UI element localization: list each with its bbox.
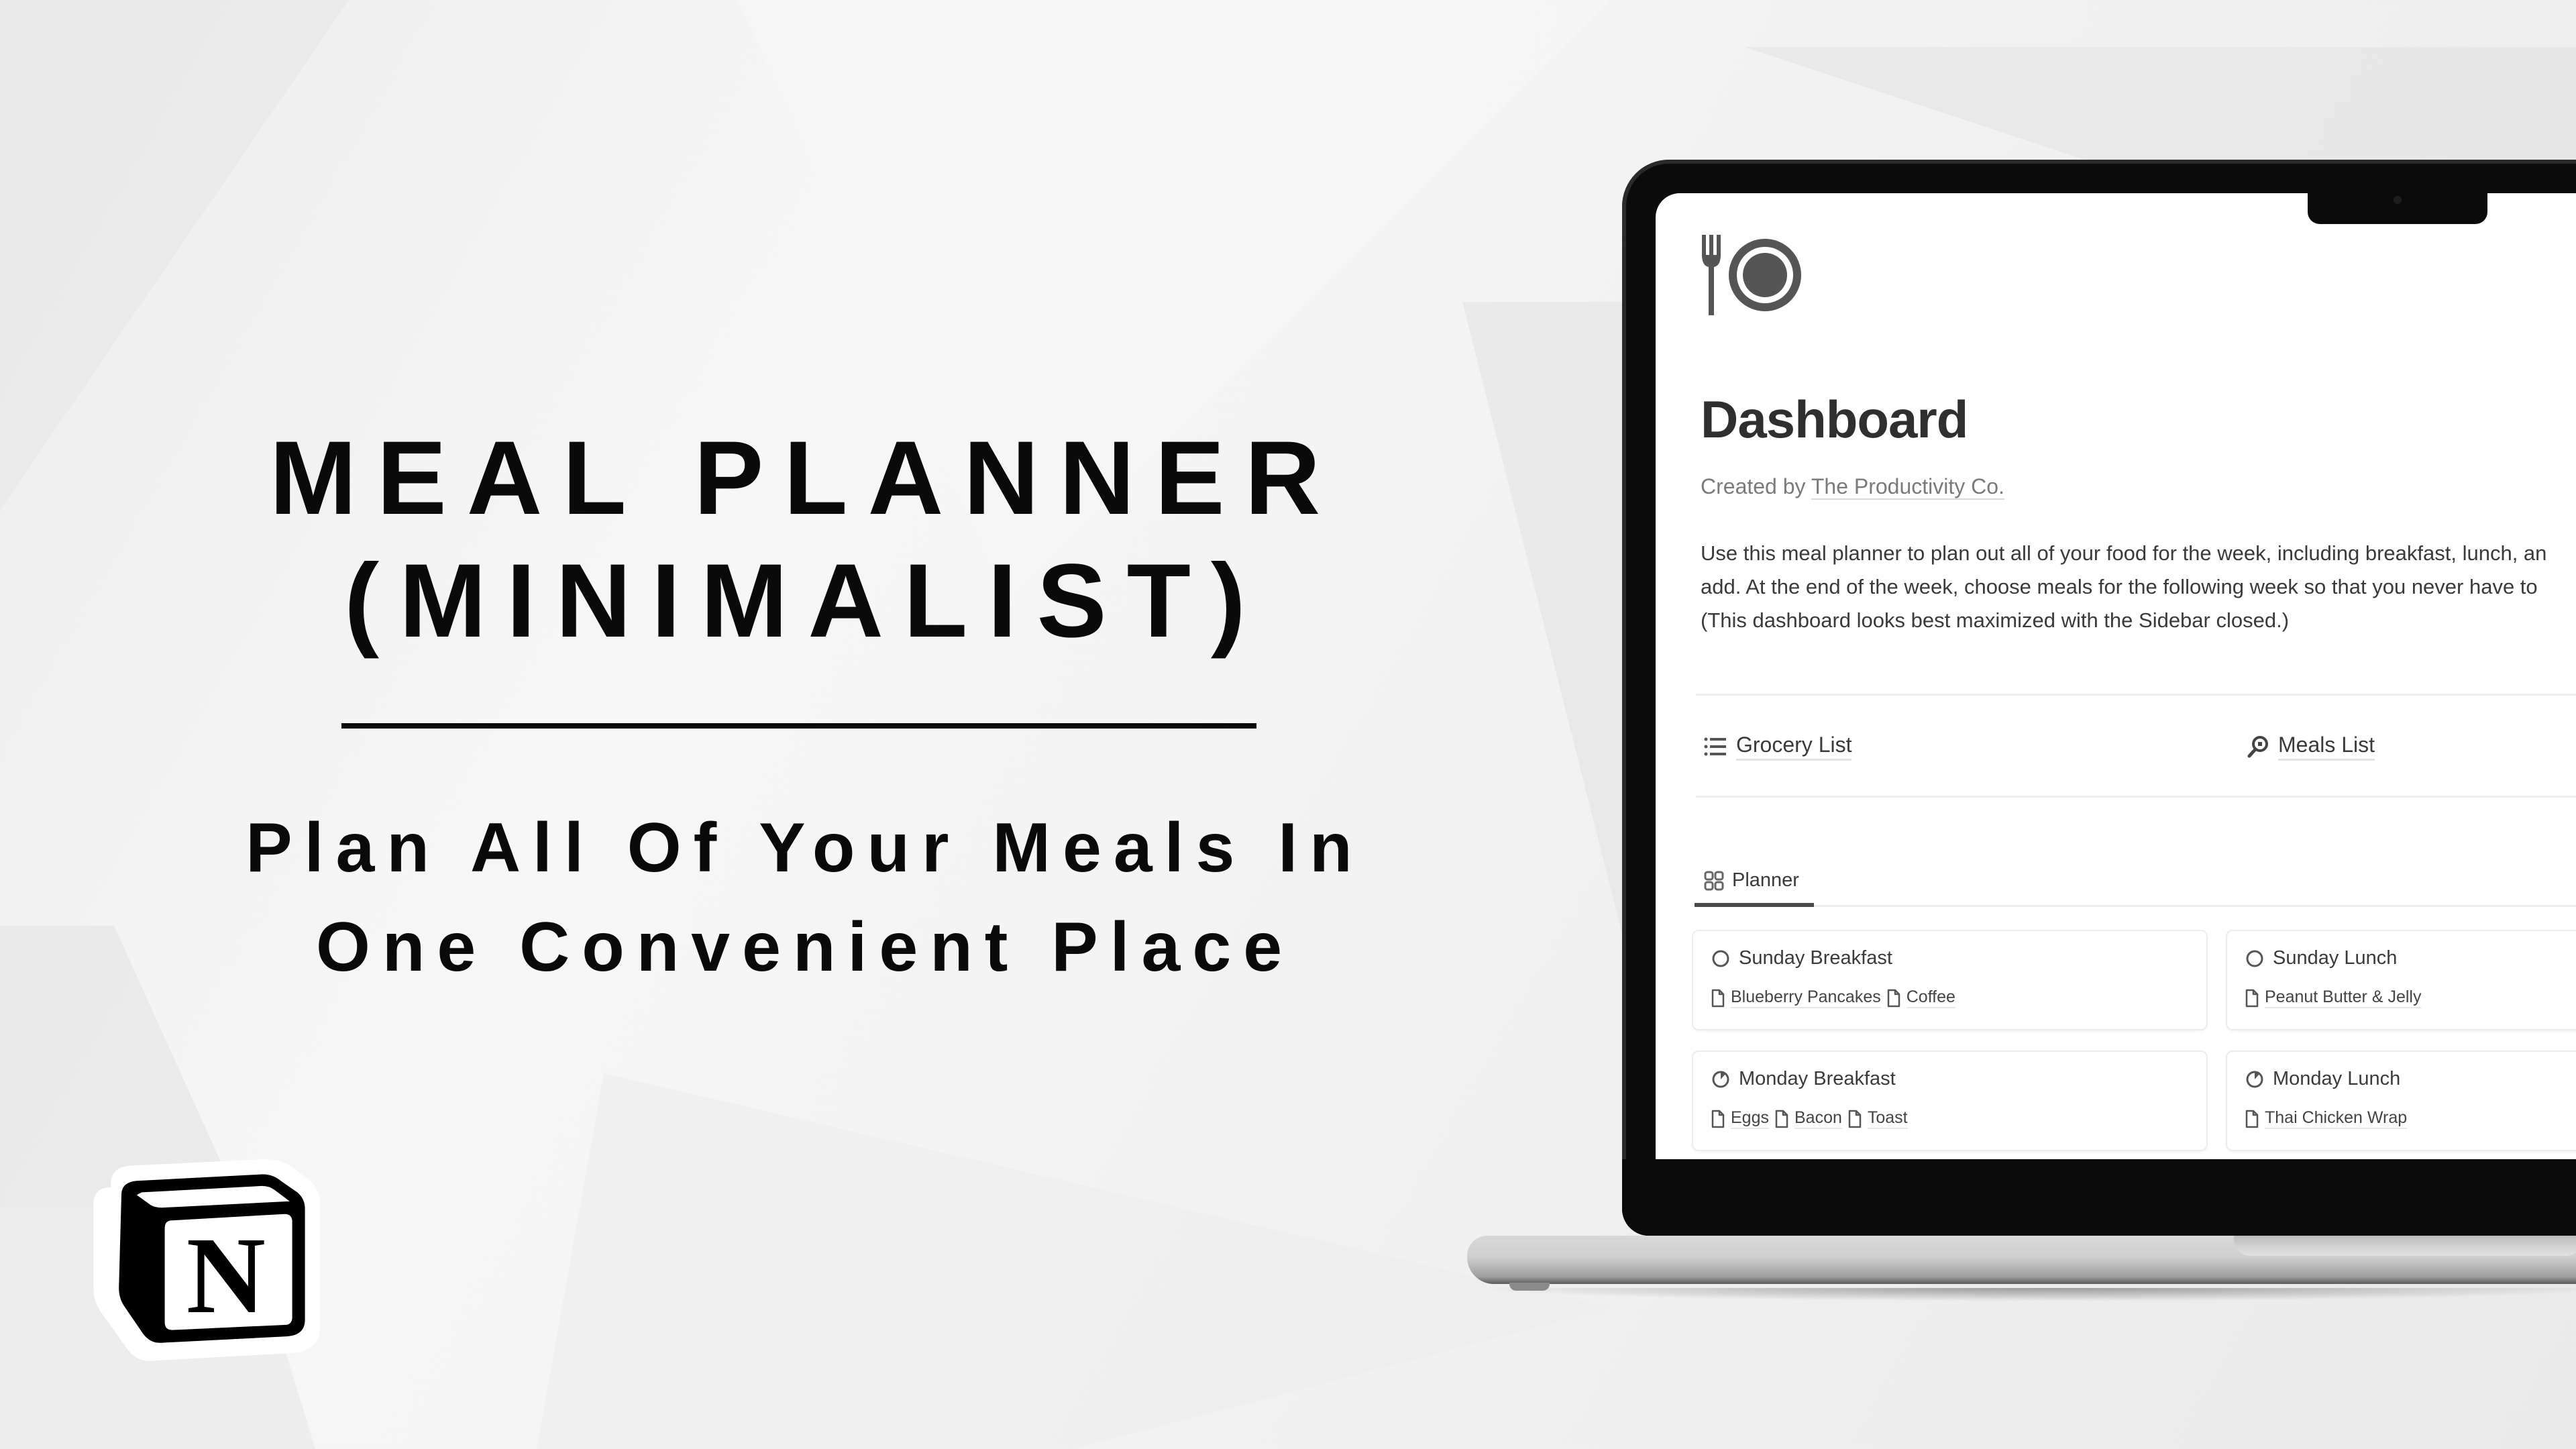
card-monday-lunch[interactable]: Monday Lunch Thai Chicken Wrap — [2227, 1052, 2576, 1150]
notion-logo-icon: N — [93, 1159, 321, 1361]
camera-notch — [2308, 188, 2487, 224]
card-title: Monday Lunch — [2245, 1068, 2400, 1090]
hero-subtitle-line2: One Convenient Place — [315, 908, 1295, 986]
card-sunday-breakfast[interactable]: Sunday Breakfast Blueberry Pancakes Coff… — [1693, 931, 2206, 1029]
hero-divider — [341, 723, 1256, 729]
relation-item[interactable]: Eggs — [1711, 1108, 1769, 1129]
relation-item[interactable]: Blueberry Pancakes — [1711, 987, 1881, 1008]
page-icon — [1711, 1110, 1725, 1128]
link-grocery-list[interactable]: Grocery List — [1704, 733, 1852, 761]
card-relations: Eggs Bacon Toast — [1711, 1108, 1908, 1129]
circle-in-progress-icon — [2246, 1071, 2263, 1087]
card-relations: Peanut Butter & Jelly — [2245, 987, 2422, 1008]
screen-bottom-bezel — [1622, 1159, 2576, 1236]
relation-item[interactable]: Thai Chicken Wrap — [2245, 1108, 2408, 1129]
laptop-shadow — [1476, 1288, 2576, 1301]
svg-text:N: N — [186, 1215, 266, 1336]
tab-label: Planner — [1732, 869, 1799, 891]
page-icon — [2245, 1110, 2259, 1128]
circle-in-progress-icon — [1712, 1071, 1729, 1087]
link-label: Meals List — [2278, 733, 2375, 761]
relation-item[interactable]: Coffee — [1886, 987, 1955, 1008]
divider — [1696, 796, 2576, 798]
description-line: Use this meal planner to plan out all of… — [1701, 541, 2547, 565]
page-byline: Created by The Productivity Co. — [1701, 474, 2004, 500]
card-relations: Thai Chicken Wrap — [2245, 1108, 2408, 1129]
card-sunday-lunch[interactable]: Sunday Lunch Peanut Butter & Jelly — [2227, 931, 2576, 1029]
card-title: Sunday Lunch — [2245, 947, 2397, 969]
link-meals-list[interactable]: Meals List — [2247, 733, 2375, 761]
page-icon — [1711, 989, 1725, 1007]
page-icon — [1775, 1110, 1788, 1128]
card-relations: Blueberry Pancakes Coffee — [1711, 987, 1955, 1008]
gallery-grid-icon — [1704, 871, 1724, 890]
byline-author-link[interactable]: The Productivity Co. — [1811, 474, 2004, 500]
card-title-text: Monday Breakfast — [1739, 1068, 1896, 1089]
page-title: Dashboard — [1701, 390, 1968, 449]
card-title-text: Sunday Breakfast — [1739, 947, 1892, 969]
relation-item[interactable]: Bacon — [1774, 1108, 1842, 1129]
circle-empty-icon — [1712, 950, 1729, 967]
link-label: Grocery List — [1736, 733, 1852, 761]
tab-bar-line — [1695, 905, 2576, 907]
card-title: Monday Breakfast — [1711, 1068, 1896, 1090]
page-icon — [2245, 989, 2259, 1007]
page-icon — [1848, 1110, 1862, 1128]
laptop-trackpad-groove — [2234, 1236, 2576, 1256]
hero-subtitle-line1: Plan All Of Your Meals In — [246, 809, 1364, 887]
active-tab-indicator — [1695, 903, 1814, 907]
camera-icon — [2394, 196, 2402, 204]
hero-title-line2: (MINIMALIST) — [344, 543, 1266, 659]
card-monday-breakfast[interactable]: Monday Breakfast Eggs Bacon Toast — [1693, 1052, 2206, 1150]
card-title: Sunday Breakfast — [1711, 947, 1892, 969]
tab-planner[interactable]: Planner — [1704, 869, 1799, 892]
relation-item[interactable]: Peanut Butter & Jelly — [2245, 987, 2422, 1008]
search-doc-icon — [2247, 736, 2268, 758]
page-icon — [1887, 989, 1900, 1007]
laptop-foot — [1509, 1283, 1550, 1291]
page-description: Use this meal planner to plan out all of… — [1701, 537, 2576, 637]
description-line: (This dashboard looks best maximized wit… — [1701, 608, 2290, 632]
bulleted-list-icon — [1704, 737, 1726, 756]
relation-item[interactable]: Toast — [1847, 1108, 1908, 1129]
card-title-text: Sunday Lunch — [2273, 947, 2398, 969]
divider — [1696, 694, 2576, 696]
hero-title-line1: MEAL PLANNER — [269, 420, 1341, 537]
byline-prefix: Created by — [1701, 474, 1811, 498]
fork-and-plate-icon — [1702, 235, 1801, 315]
circle-empty-icon — [2246, 950, 2263, 967]
description-line: add. At the end of the week, choose meal… — [1701, 575, 2538, 598]
card-title-text: Monday Lunch — [2273, 1068, 2401, 1089]
